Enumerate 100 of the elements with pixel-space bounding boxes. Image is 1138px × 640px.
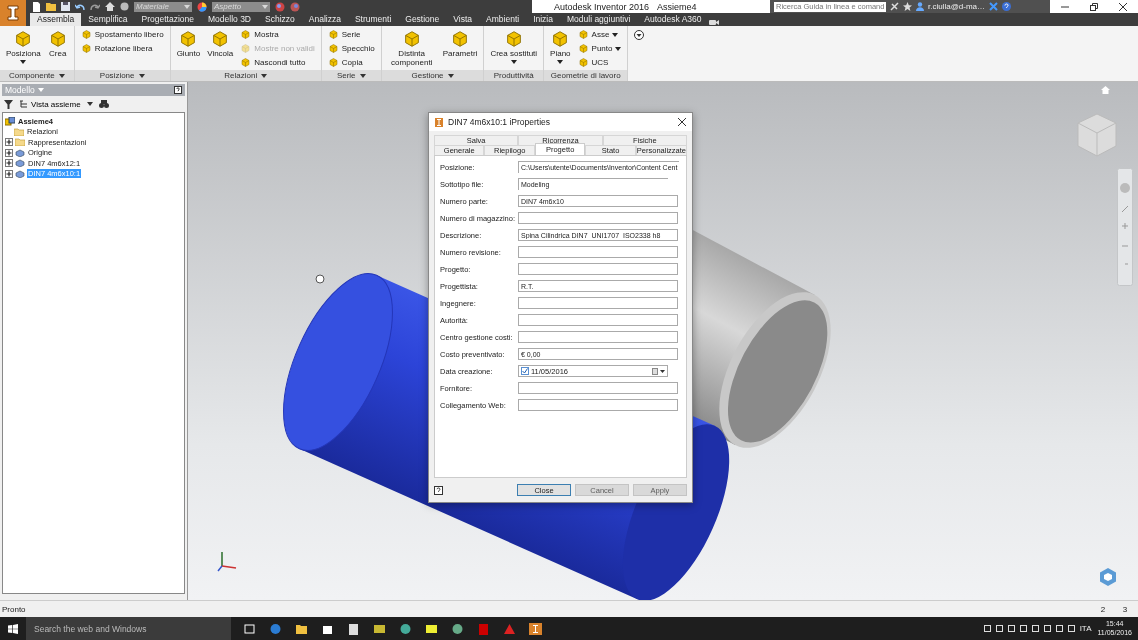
caret-icon[interactable] [660,369,665,373]
app-icon[interactable] [451,622,464,635]
app-icon[interactable] [373,622,386,635]
x-logo-icon[interactable] [989,2,999,11]
ribbon-group-label[interactable]: Relazioni [170,70,321,81]
ribbon-tab[interactable]: Schizzo [258,13,302,26]
folder-icon[interactable] [295,622,308,635]
ribbon-tab[interactable]: Vista [446,13,480,26]
cube-icon [240,43,252,54]
ribbon-tab[interactable]: Autodesk A360 [637,13,709,26]
ribbon-tool-button[interactable]: Rotazione libera [78,42,166,55]
language-indicator[interactable]: ITA [1079,624,1092,633]
ribbon-tab[interactable]: Moduli aggiuntivi [560,13,638,26]
view-dropdown[interactable]: Vista assieme [19,99,81,109]
status-text: Pronto [2,604,26,614]
close-icon[interactable] [1119,2,1128,11]
text-field[interactable] [518,399,678,411]
filter-icon[interactable] [4,99,13,109]
sphere-icon[interactable] [275,1,285,12]
app-menu-button[interactable] [0,0,26,26]
ribbon-group-label[interactable]: Serie [321,70,381,81]
ribbon-group-label[interactable]: Gestione [381,70,484,81]
ribbon-tab[interactable]: Inizia [526,13,560,26]
restore-icon[interactable] [1090,2,1098,11]
cube-icon [327,29,339,40]
ribbon-tab[interactable]: Assembla [30,13,82,26]
app-title: Autodesk Inventor 2016 [554,1,650,12]
ribbon-tab[interactable]: Analizza [301,13,348,26]
ribbon-tool-button[interactable]: Distinta componenti [385,28,438,70]
caret-icon [557,59,564,64]
checkbox[interactable] [521,367,529,375]
ribbon-tab[interactable]: Modello 3D [201,13,258,26]
expander-icon[interactable] [5,148,13,157]
letter-i-icon [7,5,19,21]
sphere-icon[interactable] [290,1,300,12]
ribbon-group-label[interactable]: Posizione [74,70,170,81]
page-icon[interactable] [32,1,41,12]
ribbon-tool-button[interactable]: Specchio [325,42,377,55]
hierarchy-icon [19,100,28,108]
text-field[interactable] [518,331,678,343]
text-field[interactable] [518,212,678,224]
person-icon[interactable] [916,2,924,11]
folder-icon[interactable] [46,2,56,11]
assembly-icon [5,116,15,126]
text-field[interactable] [518,297,678,309]
ribbon-tab[interactable]: Strumenti [347,13,399,26]
ribbon-group-label[interactable]: Componente [0,70,74,81]
ribbon-group-label[interactable]: Produttività [484,70,544,81]
ribbon-tool-button[interactable]: Mostra [238,28,317,41]
ribbon-tool-button[interactable]: Parametri [440,28,480,70]
color-wheel-icon[interactable] [197,1,207,12]
cube-logo-icon[interactable] [1098,567,1118,587]
ribbon-tool-button[interactable]: Giunto [174,28,203,70]
help-icon[interactable] [1002,2,1012,11]
redo-icon[interactable] [90,2,100,11]
house-icon[interactable] [105,2,115,11]
sphere-icon[interactable] [120,2,129,11]
user-name[interactable]: r.ciulla@d-ma… [928,2,986,11]
expander-icon[interactable] [5,138,13,147]
taskbar-search-field[interactable]: Search the web and Windows [26,617,231,640]
ribbon-tool-button[interactable]: Asse [575,28,624,41]
ribbon-tool-button[interactable]: Copia [325,56,377,69]
close-button[interactable] [678,118,686,126]
triangle-icon[interactable] [503,622,516,635]
task-view-icon[interactable] [243,622,256,635]
text-field[interactable] [518,246,678,258]
ribbon-tool-button[interactable]: Nascondi tutto [238,56,317,69]
text-field[interactable] [518,263,678,275]
undo-icon[interactable] [75,2,85,11]
ribbon-tool-button[interactable]: UCS [575,56,624,69]
ribbon-tool-button[interactable]: Piano [548,28,573,70]
ribbon-tab[interactable]: Progettazione [134,13,201,26]
ribbon-tab[interactable]: Ambienti [479,13,527,26]
binoculars-icon[interactable] [98,100,109,108]
ribbon-tab[interactable]: Gestione [398,13,447,26]
ribbon-tool-button[interactable]: Serie [325,28,377,41]
ribbon-tool-button[interactable]: Spostamento libero [78,28,166,41]
ribbon-tool-button[interactable]: Punto [575,42,624,55]
expander-icon[interactable] [5,169,13,178]
help-icon[interactable] [434,485,443,495]
ribbon-tool-button[interactable]: Crea sostituti [488,28,540,70]
caret-icon [510,59,517,64]
dialog-title: DIN7 4m6x10:1 iProperties [448,117,552,127]
ribbon-tool-button[interactable]: Crea [45,28,70,70]
ribbon-tab[interactable]: Semplifica [81,13,135,26]
caret-icon[interactable] [86,102,93,106]
app-icon[interactable] [399,622,412,635]
expander-icon[interactable] [5,159,13,168]
camera-icon[interactable] [708,19,719,26]
chevron-circle-icon[interactable] [634,30,645,40]
star-icon[interactable] [903,2,912,11]
ribbon-tool-button[interactable]: Vincola [205,28,236,70]
point-marker[interactable] [315,274,325,284]
text-field[interactable] [518,382,678,394]
ribbon-tool-button[interactable]: Posiziona [4,28,43,70]
app-icon[interactable] [425,622,438,635]
text-field[interactable] [518,314,678,326]
help-icon[interactable] [174,86,182,94]
letter-i-icon[interactable] [529,622,542,635]
ribbon-group-label[interactable]: Geometrie di lavoro [544,70,628,81]
